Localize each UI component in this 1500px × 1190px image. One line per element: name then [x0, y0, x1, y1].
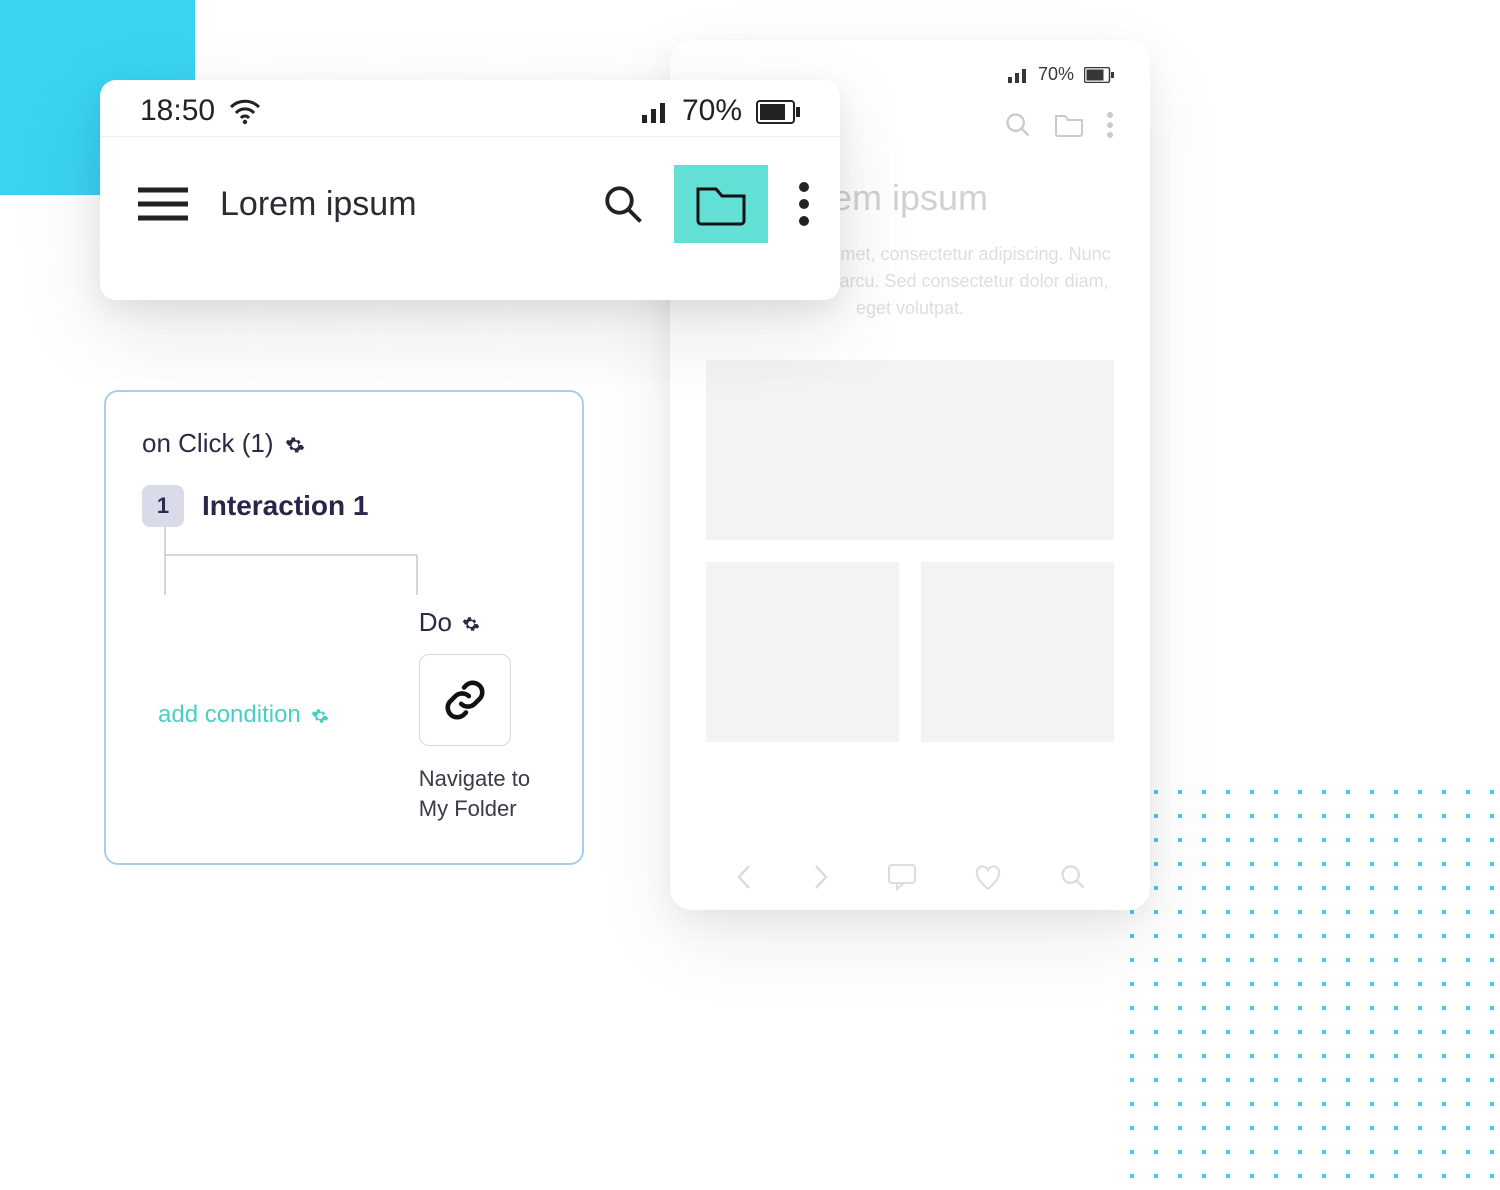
interaction-name: Interaction 1	[202, 490, 368, 522]
appbar-title: Lorem ipsum	[220, 185, 417, 224]
search-icon[interactable]	[1059, 863, 1087, 891]
add-condition-label: add condition	[158, 701, 301, 729]
image-placeholder-small	[921, 562, 1114, 742]
action-label: Navigate to My Folder	[419, 764, 530, 823]
add-condition-button[interactable]: add condition	[158, 607, 329, 823]
interaction-step[interactable]: 1 Interaction 1	[142, 485, 546, 527]
folder-button-highlighted[interactable]	[674, 165, 768, 243]
search-icon[interactable]	[602, 183, 644, 225]
battery-percent: 70%	[1038, 64, 1074, 85]
step-number-badge: 1	[142, 485, 184, 527]
gear-icon[interactable]	[285, 428, 305, 459]
branch-connector	[164, 527, 424, 597]
decorative-dots	[1120, 780, 1500, 1190]
interaction-panel: on Click (1) 1 Interaction 1 add conditi…	[104, 390, 584, 865]
gear-icon	[311, 701, 329, 729]
search-icon[interactable]	[1004, 111, 1032, 139]
back-icon[interactable]	[733, 862, 755, 892]
comment-icon[interactable]	[887, 863, 917, 891]
trigger-label: on Click (1)	[142, 428, 273, 459]
battery-percent: 70%	[682, 94, 742, 128]
more-vert-icon[interactable]	[1106, 111, 1114, 139]
action-label-line2: My Folder	[419, 796, 517, 821]
battery-icon	[756, 94, 800, 128]
action-navigate[interactable]	[419, 654, 511, 746]
appbar-detail-card: 18:50 70% Lorem ipsum	[100, 80, 840, 300]
link-icon	[442, 677, 488, 723]
do-label-row: Do	[419, 607, 530, 638]
signal-icon	[642, 94, 668, 128]
action-label-line1: Navigate to	[419, 766, 530, 791]
detail-appbar: Lorem ipsum	[100, 137, 840, 271]
hamburger-icon[interactable]	[136, 184, 190, 224]
detail-status-bar: 18:50 70%	[100, 80, 840, 137]
wifi-icon	[229, 94, 261, 128]
more-vert-icon[interactable]	[798, 179, 810, 229]
do-label: Do	[419, 607, 452, 638]
folder-icon[interactable]	[1054, 112, 1084, 138]
heart-icon[interactable]	[972, 863, 1004, 891]
status-time: 18:50	[140, 94, 215, 128]
battery-icon	[1084, 64, 1114, 85]
trigger-row[interactable]: on Click (1)	[142, 428, 546, 459]
gear-icon[interactable]	[462, 607, 480, 638]
image-placeholder-large	[706, 360, 1114, 540]
phone-bottom-nav	[706, 850, 1114, 892]
signal-icon	[1008, 64, 1028, 85]
image-placeholder-small	[706, 562, 899, 742]
forward-icon[interactable]	[810, 862, 832, 892]
